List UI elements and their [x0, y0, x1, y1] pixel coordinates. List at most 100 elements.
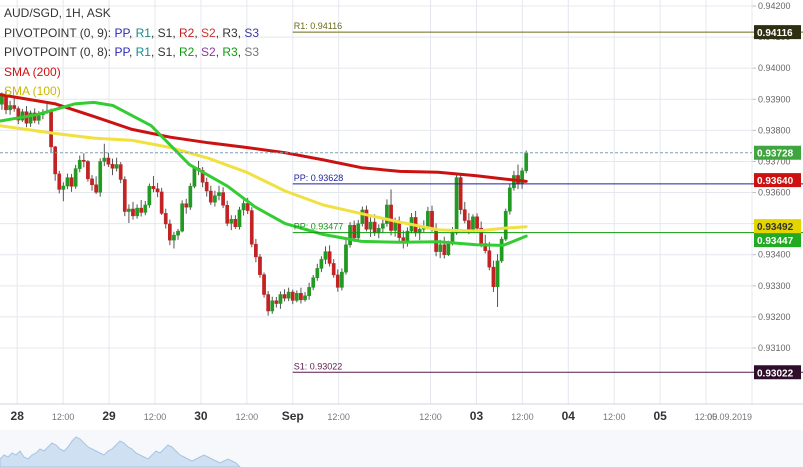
candle-body — [499, 238, 504, 262]
legend-pivot-1-prefix: PIVOTPOINT (0, 9): — [4, 25, 112, 40]
candle-body — [122, 179, 127, 212]
candle-body — [176, 230, 180, 236]
candle-body — [352, 224, 357, 239]
candle-body — [372, 221, 377, 234]
candle-body — [73, 168, 78, 187]
price-badge-label-green: 0.93447 — [757, 236, 794, 247]
candle-body — [143, 204, 148, 213]
legend-pivot-1-s1: S1 — [157, 25, 173, 40]
candle-body — [303, 295, 307, 301]
candle-body — [221, 192, 225, 206]
candle-body — [114, 164, 119, 169]
candle-body — [57, 173, 62, 190]
candle-body — [127, 208, 131, 212]
candle-body — [348, 224, 352, 246]
x-tick-label: 04 — [562, 409, 576, 423]
candle-body — [77, 159, 82, 169]
candle-body — [286, 291, 291, 299]
candle-body — [495, 260, 500, 288]
candle-body — [204, 182, 209, 192]
candle-body — [53, 146, 58, 175]
x-tick-label: 05.09.2019 — [707, 412, 752, 422]
candle-body — [241, 203, 246, 211]
x-tick-label: 29 — [102, 409, 116, 423]
candle-body — [434, 228, 438, 252]
legend-sma-200: SMA (200) — [4, 64, 61, 79]
candle-body — [155, 188, 160, 193]
candle-body — [360, 209, 365, 224]
candle-body — [106, 157, 111, 165]
price-badge-label-sma200: 0.93640 — [757, 176, 794, 187]
candle-body — [159, 191, 164, 214]
legend-pivot-2-s3: S3 — [244, 45, 260, 60]
x-tick-label: 12:00 — [144, 412, 167, 422]
candle-body — [380, 223, 385, 229]
candle-body — [8, 105, 12, 111]
y-tick-label: 0.94000 — [758, 63, 791, 73]
legend-pivot-1-r1: R1 — [135, 25, 151, 40]
candle-body — [262, 274, 266, 295]
x-tick-label: 03 — [470, 409, 484, 423]
candle-body — [266, 294, 271, 312]
candle-body — [184, 203, 189, 208]
candle-body — [475, 216, 479, 229]
candle-body — [282, 294, 287, 299]
price-badge-label-sma100: 0.93492 — [757, 222, 794, 233]
candle-body — [315, 268, 320, 278]
x-tick-label: Sep — [282, 409, 304, 423]
candle-body — [430, 210, 434, 229]
candle-body — [237, 209, 242, 227]
candle-body — [389, 204, 393, 231]
candle-body — [12, 105, 17, 109]
x-tick-label: 12:00 — [603, 412, 626, 422]
candle-body — [65, 177, 70, 187]
candle-body — [426, 210, 430, 227]
legend-pivot-2-r1: R1 — [135, 45, 151, 60]
legend-pivot-2-s1: S1 — [157, 45, 173, 60]
candle-body — [524, 152, 529, 172]
candle-body — [172, 234, 176, 241]
candle-body — [442, 244, 447, 255]
pivot-badge-label-r1: 0.94116 — [757, 28, 793, 39]
candle-body — [245, 203, 250, 211]
candle-body — [81, 159, 86, 162]
candle-body — [335, 274, 340, 288]
candle-body — [270, 300, 275, 312]
legend-pivot-1: PIVOTPOINT (0, 9): PP, R1, S1, R2, S2, R… — [4, 25, 260, 40]
candle-body — [299, 293, 303, 301]
pivot-label-r1: R1: 0.94116 — [294, 21, 342, 31]
candle-body — [507, 187, 512, 212]
candle-body — [163, 213, 168, 225]
x-tick-label: 12:00 — [327, 412, 350, 422]
pivot-label-pp2: PP: 0.93477 — [294, 222, 344, 232]
candle-body — [147, 186, 152, 206]
candle-body — [491, 266, 496, 288]
candle-body — [168, 223, 172, 241]
candle-body — [454, 177, 459, 234]
candle-body — [225, 205, 230, 224]
candle-body — [110, 164, 115, 169]
y-tick-label: 0.94200 — [758, 1, 791, 11]
legend-pivot-1-r3: R3 — [222, 25, 238, 40]
candle-body — [331, 263, 336, 276]
y-tick-label: 0.93400 — [758, 250, 791, 260]
candle-body — [503, 210, 508, 240]
y-tick-label: 0.93300 — [758, 281, 791, 291]
candle-body — [98, 161, 103, 193]
candle-body — [192, 168, 197, 187]
candle-body — [139, 207, 144, 213]
candle-body — [364, 209, 369, 230]
legend-pivot-2-r2: R2 — [179, 45, 195, 60]
chart-panel[interactable]: DUKASCOPY Swiss Banking Group 0.942000.9… — [0, 0, 803, 467]
candle-body — [180, 203, 184, 232]
x-tick-label: 05 — [653, 409, 667, 423]
candle-body — [188, 186, 193, 208]
candle-body — [118, 164, 123, 180]
y-tick-label: 0.93100 — [758, 343, 791, 353]
legend-pivot-1-pp: PP — [114, 25, 129, 40]
candle-body — [278, 294, 283, 304]
chart-legend: AUD/SGD, 1H, ASK PIVOTPOINT (0, 9): PP, … — [4, 4, 259, 102]
candle-body — [340, 271, 344, 288]
price-badge-label-last: 0.93728 — [757, 149, 794, 160]
candle-body — [290, 291, 295, 301]
